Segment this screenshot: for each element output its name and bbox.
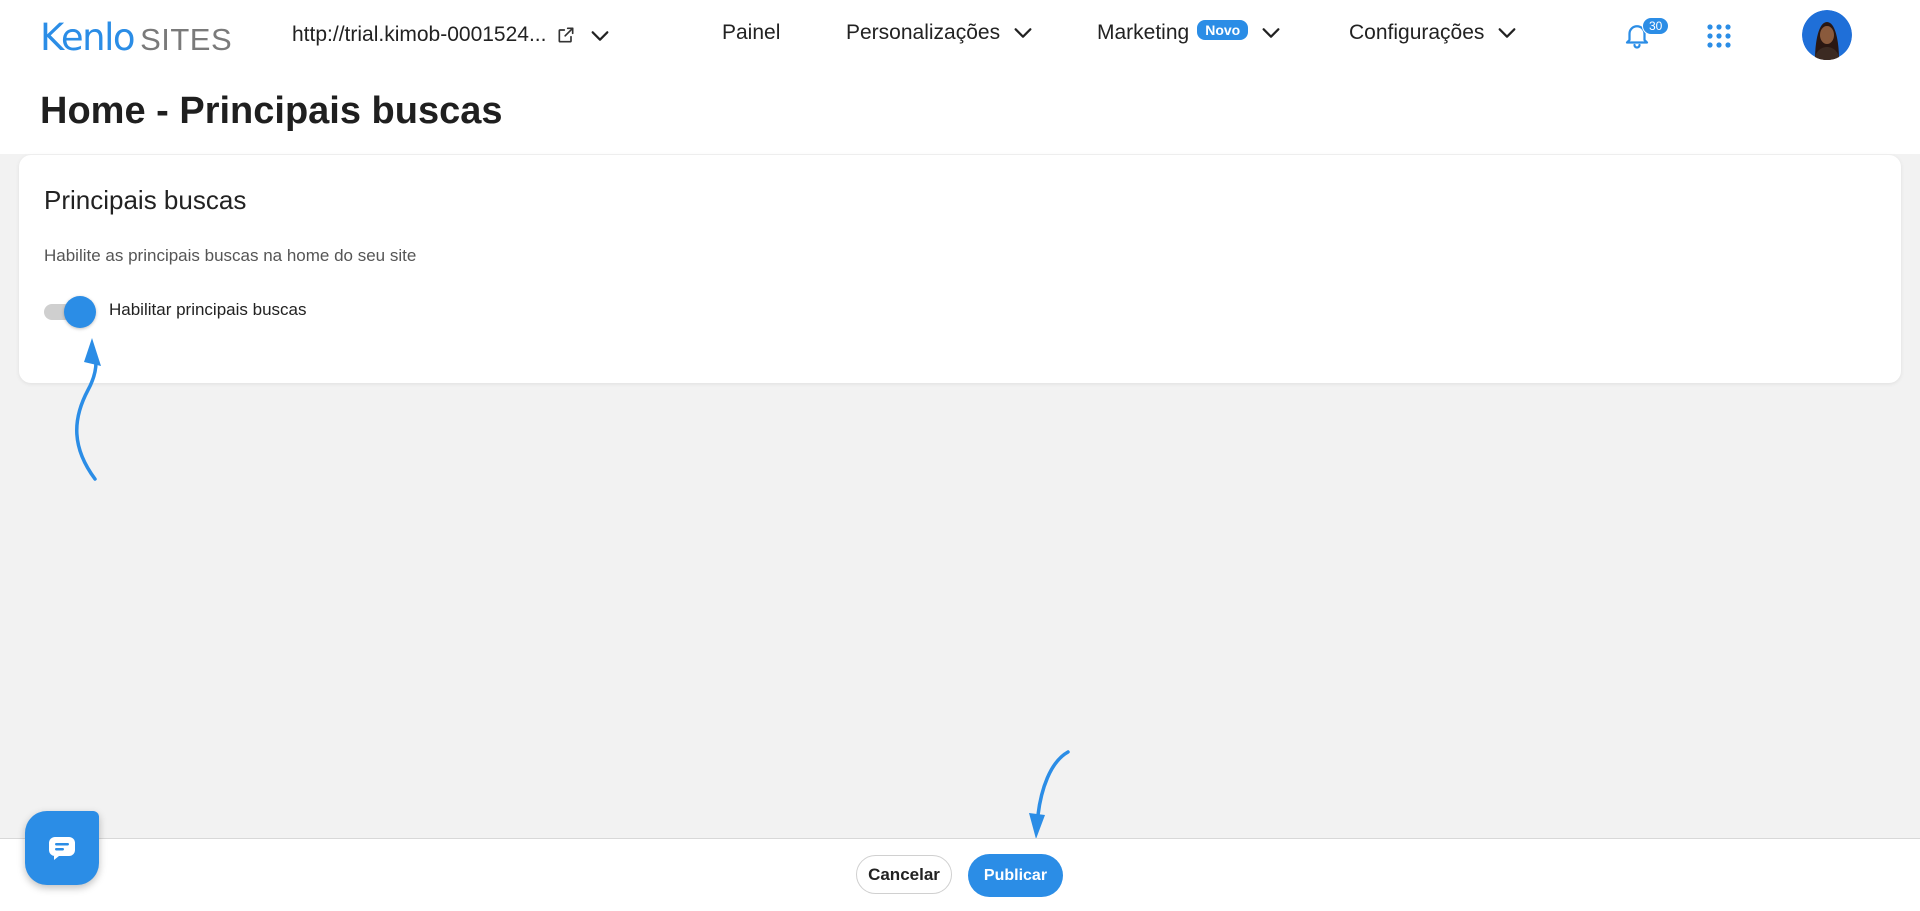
nav-personalizacoes[interactable]: Personalizações xyxy=(846,21,1034,45)
page-title: Home - Principais buscas xyxy=(40,90,503,132)
toggle-knob xyxy=(64,296,96,328)
chat-launcher-button[interactable] xyxy=(25,811,99,885)
chevron-down-icon[interactable] xyxy=(589,25,611,47)
logo-brand: Kenlo xyxy=(40,16,136,59)
apps-grid-icon[interactable] xyxy=(1707,24,1731,48)
chevron-down-icon xyxy=(1498,28,1516,38)
external-link-icon[interactable] xyxy=(556,25,576,45)
nav-marketing[interactable]: Marketing Novo xyxy=(1097,20,1282,45)
new-badge: Novo xyxy=(1197,20,1249,40)
cancel-button[interactable]: Cancelar xyxy=(856,855,952,894)
nav-configuracoes-label: Configurações xyxy=(1349,21,1485,44)
site-url-selector[interactable]: http://trial.kimob-0001524... xyxy=(292,23,546,47)
chevron-down-icon xyxy=(1014,28,1032,38)
nav-configuracoes[interactable]: Configurações xyxy=(1349,21,1518,45)
nav-personalizacoes-label: Personalizações xyxy=(846,21,1001,44)
nav-painel-label: Painel xyxy=(722,21,781,44)
publish-arrowhead-icon xyxy=(1029,813,1045,839)
nav-marketing-label: Marketing xyxy=(1097,21,1190,44)
notification-count-badge: 30 xyxy=(1642,17,1670,35)
top-navigation-bar: Kenlo SITES http://trial.kimob-0001524..… xyxy=(0,0,1920,70)
card-description: Habilite as principais buscas na home do… xyxy=(44,246,417,265)
publish-button[interactable]: Publicar xyxy=(968,854,1063,897)
action-footer: Cancelar Publicar xyxy=(0,838,1920,911)
publish-pointer-arrow xyxy=(1036,750,1070,817)
kenlo-sites-logo[interactable]: Kenlo SITES xyxy=(40,16,232,59)
page-header: Home - Principais buscas xyxy=(0,70,1920,154)
card-title: Principais buscas xyxy=(44,185,247,215)
nav-painel[interactable]: Painel xyxy=(722,21,780,45)
enable-principais-buscas-toggle[interactable] xyxy=(44,295,96,328)
principais-buscas-card: Principais buscas Habilite as principais… xyxy=(19,155,1901,383)
logo-product: SITES xyxy=(140,22,233,57)
chevron-down-icon xyxy=(1262,28,1280,38)
user-avatar[interactable] xyxy=(1802,10,1852,60)
toggle-label: Habilitar principais buscas xyxy=(109,300,307,319)
chat-icon xyxy=(49,837,75,860)
